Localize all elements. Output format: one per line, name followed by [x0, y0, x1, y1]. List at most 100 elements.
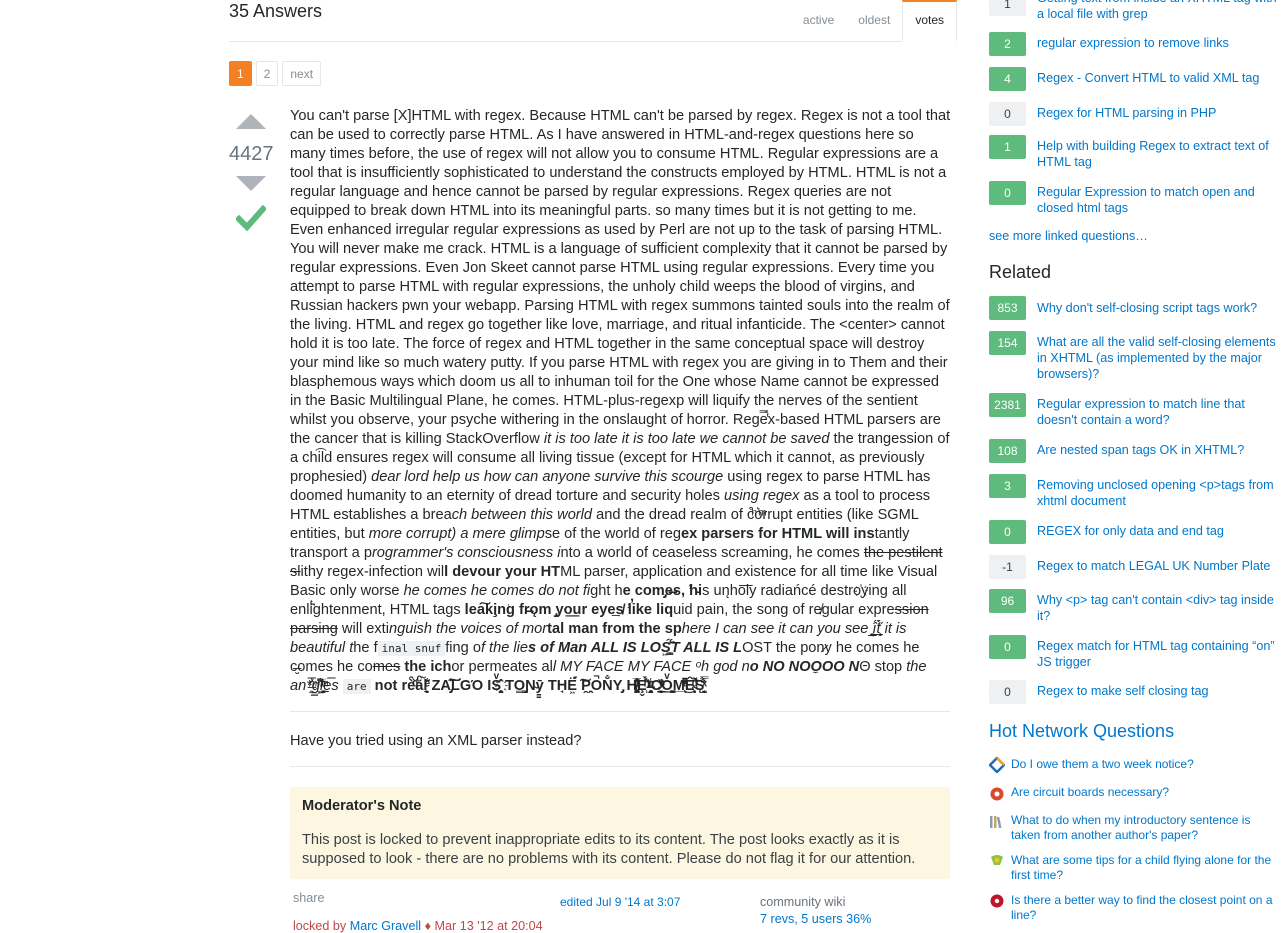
question-title-link[interactable]: regular expression to remove links	[1037, 35, 1281, 51]
see-more-linked-link[interactable]: see more linked questions…	[989, 229, 1148, 243]
answer-text: or permeates al	[451, 659, 553, 675]
answer-text: Θ stop	[859, 659, 907, 675]
answer-code: are	[342, 679, 371, 694]
answer-text: more corrupt) a mere glimp	[368, 526, 545, 542]
page-1-button[interactable]: 1	[229, 61, 252, 86]
answer-text: ot rè̑ͧ̌aͨl̘̝̙̃ͤ͂̾̆ ZA̡͊͠͝LGΌ ISͮ̂҉̯͈͕̹̘…	[383, 678, 705, 694]
answer-text: ex parsers for HTML will ins	[681, 526, 875, 542]
answer-body: You can't parse [X]HTML with regex. Beca…	[290, 107, 952, 696]
question-score: 1	[989, 0, 1026, 16]
hot-question-link[interactable]: Are circuit boards necessary?	[1011, 785, 1281, 800]
vote-count: 4427	[229, 143, 274, 165]
community-wiki-label: community wiki	[760, 895, 846, 909]
next-page-button[interactable]: next	[282, 61, 322, 86]
question-score: 0	[989, 102, 1026, 126]
tab-active[interactable]: active	[791, 0, 846, 41]
hot-question-link[interactable]: What to do when my introductory sentence…	[1011, 813, 1281, 843]
question-title-link[interactable]: Regex to match LEGAL UK Number Plate	[1037, 558, 1281, 574]
answer-text: se of the world of reg	[544, 526, 681, 542]
answer-text: will exti	[337, 621, 389, 637]
answer-text: he f	[353, 640, 378, 656]
answer-comment-text: Have you tried using an XML parser inste…	[290, 733, 582, 749]
moderator-user-link[interactable]: Marc Gravell	[350, 919, 421, 933]
answer-text: using regex	[724, 488, 800, 504]
locked-date: ♦ Mar 13 '12 at 20:04	[421, 919, 543, 933]
answer-text: s of Man ALL IS LOŚ͖̩͇̗̪̏̈́T ALL IS L	[528, 640, 743, 656]
upvote-arrow-icon[interactable]	[236, 114, 266, 129]
question-score: 0	[989, 181, 1026, 205]
hot-question-link[interactable]: Is there a better way to find the closes…	[1011, 893, 1281, 923]
page-2-button[interactable]: 2	[255, 61, 279, 86]
answer-text: You can't parse [X]HTML with regex. Beca…	[290, 108, 951, 447]
question-title-link[interactable]: Regex for HTML parsing in PHP	[1037, 105, 1281, 121]
hot-question-link[interactable]: Do I owe them a two week notice?	[1011, 757, 1281, 772]
answer-text: ght h	[590, 583, 623, 599]
question-score: 2381	[989, 393, 1026, 417]
question-title-link[interactable]: Regex to make self closing tag	[1037, 683, 1281, 699]
question-score: 0	[989, 635, 1026, 659]
answer-text: n	[370, 678, 384, 694]
question-score: 0	[989, 520, 1026, 544]
question-title-link[interactable]: Regex match for HTML tag containing “on”…	[1037, 638, 1281, 670]
moderator-note-text: This post is locked to prevent inappropr…	[302, 832, 916, 867]
locked-label: locked by	[293, 919, 350, 933]
question-title-link[interactable]: Getting text from inside an XHTML tag wi…	[1037, 0, 1281, 22]
travel-icon	[991, 855, 1003, 865]
moderator-note-title: Moderator's Note	[302, 798, 422, 814]
answer-code: inal snuf	[377, 641, 446, 656]
question-score: 2	[989, 32, 1026, 56]
workplace-icon	[989, 757, 1005, 773]
answer-text: e com̡e̶s, ̕h̵i	[622, 583, 703, 599]
tab-votes[interactable]: votes	[902, 0, 957, 42]
math-icon	[990, 894, 1004, 908]
question-title-link[interactable]: Regular Expression to match open and clo…	[1037, 184, 1281, 216]
revisions-link[interactable]: 7 revs, 5 users 36%	[760, 912, 871, 926]
question-title-link[interactable]: Why don't self-closing script tags work?	[1037, 300, 1281, 316]
related-heading: Related	[989, 262, 1052, 282]
answer-text: l devour your HT	[444, 564, 561, 580]
question-title-link[interactable]: REGEX for only data and end tag	[1037, 523, 1281, 539]
hot-network-heading[interactable]: Hot Network Questions	[989, 721, 1174, 742]
downvote-arrow-icon[interactable]	[236, 176, 266, 191]
answer-text: uid pain, the song of re̸gular expre	[673, 602, 895, 618]
locked-notice: locked by Marc Gravell ♦ Mar 13 '12 at 2…	[293, 919, 543, 933]
question-title-link[interactable]: Why <p> tag can't contain <div> tag insi…	[1037, 592, 1281, 624]
edited-link[interactable]: edited Jul 9 '14 at 3:07	[560, 895, 680, 909]
divider	[290, 711, 950, 712]
moderator-note: Moderator's Note This post is locked to …	[290, 787, 950, 879]
hot-question-link[interactable]: What are some tips for a child flying al…	[1011, 853, 1281, 883]
question-title-link[interactable]: Regular expression to match line that do…	[1037, 396, 1281, 428]
question-title-link[interactable]: Removing unclosed opening <p>tags from x…	[1037, 477, 1281, 509]
divider	[290, 766, 950, 767]
answer-text: nto a wor	[560, 545, 621, 561]
answer-text: it is too late it is too late we cannot …	[543, 431, 830, 447]
share-link[interactable]: share	[293, 891, 325, 905]
tab-oldest[interactable]: oldest	[846, 0, 902, 41]
question-score: -1	[989, 555, 1026, 579]
answer-text: lea͠ki̧n͘g fr̶ǫm ̡yo͟ur eye͢s̸ ̛l̕ik͏e l…	[464, 602, 674, 618]
question-title-link[interactable]: What are all the valid self-closing elem…	[1037, 334, 1281, 382]
question-title-link[interactable]: Regex - Convert HTML to valid XML tag	[1037, 70, 1281, 86]
answer-text: f the lie	[480, 640, 529, 656]
question-score: 4	[989, 67, 1026, 91]
question-score: 154	[989, 331, 1026, 355]
question-score: 1	[989, 135, 1026, 159]
answer-text: the ich	[400, 659, 452, 675]
answer-text: tal man from the sp	[547, 621, 682, 637]
vote-cell: 4427	[229, 108, 274, 236]
answers-count: 35 Answers	[229, 1, 323, 21]
academia-icon	[990, 816, 1002, 829]
question-title-link[interactable]: Help with building Regex to extract text…	[1037, 138, 1281, 170]
answer-text: fing o	[445, 640, 481, 656]
accepted-checkmark-icon	[234, 204, 268, 232]
question-score: 0	[989, 680, 1026, 704]
answer-text: ch between this world	[451, 507, 593, 523]
answer-paragraph: You can't parse [X]HTML with regex. Beca…	[290, 107, 952, 696]
answer-text: o NO NOO̼OO N	[749, 659, 860, 675]
question-title-link[interactable]: Are nested span tags OK in XHTML?	[1037, 442, 1281, 458]
answer-text: ld of ceaseless screaming, he comes	[620, 545, 860, 561]
answer-text: dear lord help us how can anyone survive…	[371, 469, 724, 485]
sort-tabs: active oldest votes	[791, 0, 957, 42]
answer-text: he comes he comes do not fi	[403, 583, 591, 599]
answer-text: nguish the voices of mor	[388, 621, 548, 637]
